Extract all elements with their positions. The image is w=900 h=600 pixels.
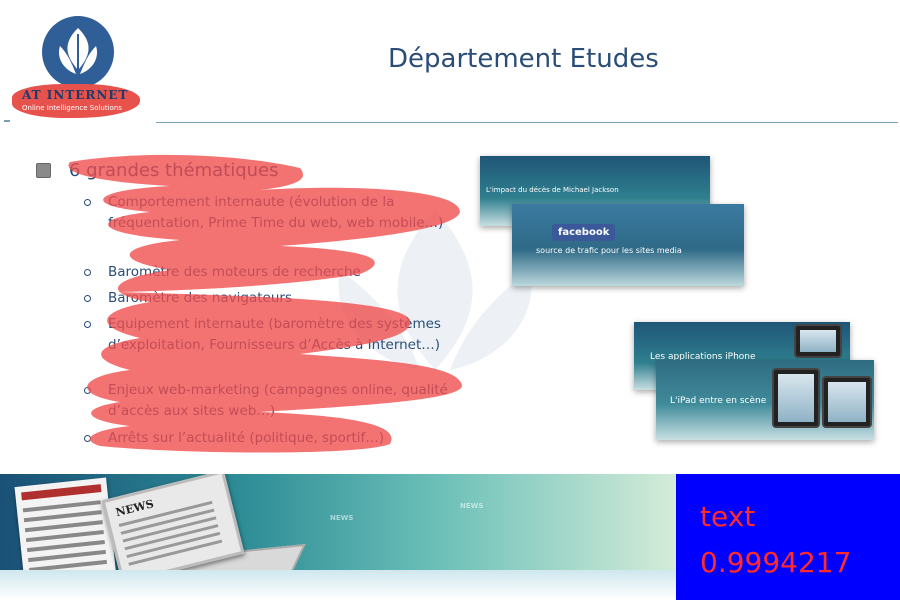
circle-bullet-icon	[84, 269, 91, 276]
list-item: Baromètre des moteurs de recherche	[84, 262, 361, 283]
thumbnail-caption: source de trafic pour les sites media	[536, 246, 682, 255]
leaf-logo-icon	[42, 16, 114, 88]
detection-label-box: text 0.9994217	[676, 474, 900, 600]
list-item: Comportement internaute (évolution de la…	[84, 192, 484, 234]
square-bullet-icon	[36, 163, 51, 178]
bottom-banner: NEWS NEWS NEWS NEWS	[0, 474, 676, 600]
main-bullet-label: 6 grandes thématiques	[69, 160, 279, 181]
list-item-text: Enjeux web-marketing (campagnes online, …	[108, 382, 448, 419]
page-title: Département Etudes	[388, 44, 659, 74]
list-item-text: Baromètre des moteurs de recherche	[108, 264, 361, 280]
circle-bullet-icon	[84, 199, 91, 206]
logo-tagline: Online Intelligence Solutions	[22, 104, 122, 112]
thumbnail-facebook: facebook source de trafic pour les sites…	[512, 204, 744, 286]
floating-news-text: NEWS	[330, 514, 354, 522]
header-divider	[156, 122, 898, 123]
banner-bottom-strip	[0, 570, 676, 600]
list-item: Baromètre des navigateurs	[84, 288, 292, 309]
circle-bullet-icon	[84, 387, 91, 394]
main-bullet: 6 grandes thématiques	[36, 160, 279, 181]
circle-bullet-icon	[84, 295, 91, 302]
circle-bullet-icon	[84, 321, 91, 328]
list-item-text: Arrêts sur l’actualité (politique, sport…	[108, 430, 385, 446]
thumbnail-caption: L'impact du décès de Michael Jackson	[486, 186, 619, 194]
list-item: Arrêts sur l’actualité (politique, sport…	[84, 428, 384, 449]
facebook-badge: facebook	[552, 224, 616, 241]
floating-news-text: NEWS	[460, 502, 484, 510]
logo-brand-text: AT INTERNET	[22, 88, 129, 102]
iphone-image	[794, 324, 842, 358]
detection-label: text	[700, 500, 756, 533]
list-item: Equipement internaute (baromètre des sys…	[84, 314, 484, 356]
list-item: Enjeux web-marketing (campagnes online, …	[84, 380, 484, 422]
list-item-text: Comportement internaute (évolution de la…	[108, 194, 444, 231]
detection-score: 0.9994217	[700, 546, 852, 579]
ipad-image	[822, 376, 872, 428]
ipad-image	[772, 368, 820, 428]
list-item-text: Equipement internaute (baromètre des sys…	[108, 316, 441, 353]
list-item-text: Baromètre des navigateurs	[108, 290, 292, 306]
thumbnail-ipad: L'iPad entre en scène	[656, 360, 874, 440]
header-divider-left	[4, 120, 10, 122]
thumbnail-caption: L'iPad entre en scène	[670, 396, 767, 406]
at-internet-logo: AT INTERNET Online Intelligence Solution…	[12, 12, 144, 120]
circle-bullet-icon	[84, 435, 91, 442]
